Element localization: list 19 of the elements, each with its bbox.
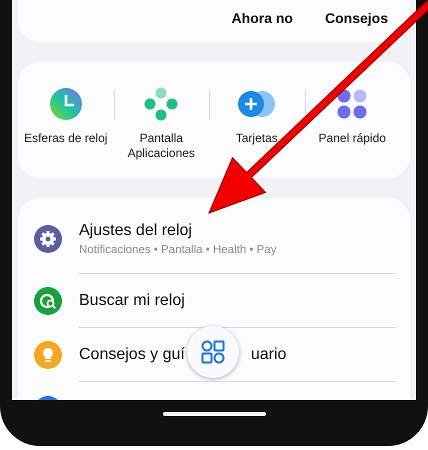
add-card-icon <box>238 90 276 118</box>
grid-icon <box>337 89 368 119</box>
shortcut-label[interactable]: Tarjetas <box>214 131 300 146</box>
menu-item-title[interactable]: uario <box>250 346 286 364</box>
menu-item-title[interactable]: Ajustes del reloj <box>79 222 192 240</box>
text-button[interactable]: Ahora no <box>232 10 293 26</box>
shortcut-label[interactable]: Esferas de reloj <box>22 131 109 146</box>
menu-item-title[interactable]: Buscar mi reloj <box>79 292 185 310</box>
shortcut-label[interactable]: Panel rápido <box>309 131 396 146</box>
menu-item-title[interactable]: Consejos y guí <box>79 346 185 364</box>
shortcut-label[interactable]: Pantalla Aplicaciones <box>118 131 204 161</box>
lightbulb-icon <box>34 341 62 369</box>
settings-icon <box>34 225 62 253</box>
text-button[interactable]: Consejos <box>324 10 388 26</box>
watch-search-icon <box>34 287 62 315</box>
apps-icon <box>201 340 225 364</box>
dots-icon <box>144 87 178 121</box>
menu-item-subtitle: Notificaciones • Pantalla • Health • Pay <box>79 244 278 256</box>
clock-icon <box>50 88 82 120</box>
